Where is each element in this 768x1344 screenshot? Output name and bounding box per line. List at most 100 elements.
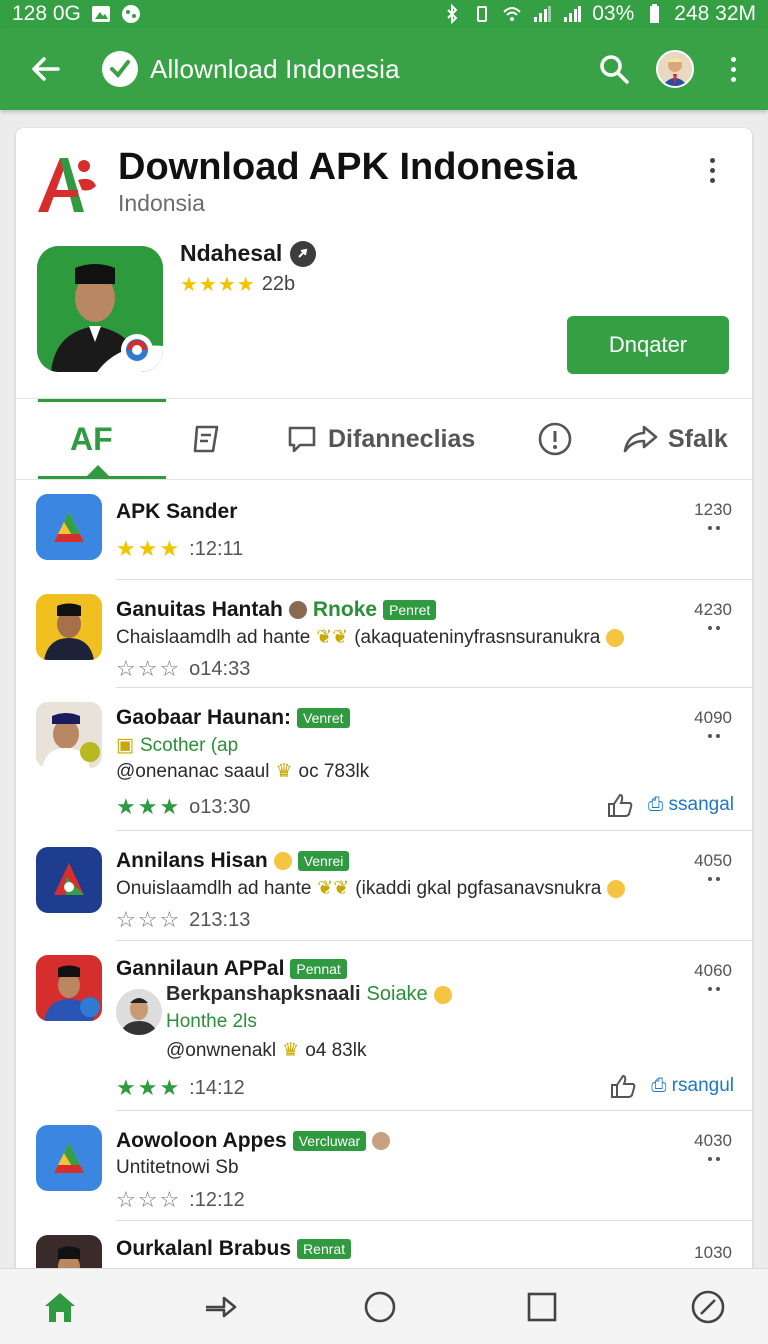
item-time: 213:13 bbox=[189, 908, 251, 931]
item-badge: Pennat bbox=[290, 959, 347, 979]
item-title-text: Ganuitas Hantah bbox=[116, 598, 283, 621]
item-more-icon[interactable] bbox=[708, 734, 720, 738]
item-time: o13:30 bbox=[189, 795, 251, 818]
direction-icon bbox=[206, 1296, 237, 1318]
item-title: Ourkalanl Brabus Renrat bbox=[116, 1237, 352, 1261]
developer-name[interactable]: Ndahesal bbox=[180, 240, 317, 267]
developer-rating: ★★★★ 22b bbox=[180, 272, 295, 297]
tab-notch bbox=[86, 465, 110, 477]
avatar[interactable] bbox=[656, 50, 694, 88]
app-header: Download APK Indonesia Indonsia Ndahesal bbox=[16, 128, 752, 398]
share-action-label: ssangal bbox=[668, 794, 735, 815]
reply-author: Berkpanshaрksnaali Soiake bbox=[166, 983, 452, 1006]
item-more-icon[interactable] bbox=[708, 526, 720, 530]
item-time: o14:33 bbox=[189, 657, 251, 680]
comment-icon bbox=[288, 426, 316, 453]
leaf-emoji-icon: ❦❦ bbox=[317, 878, 350, 899]
share-action[interactable]: ⎙ rsangul bbox=[651, 1075, 734, 1097]
nav-direction-button[interactable] bbox=[200, 1287, 240, 1327]
verified-check-icon bbox=[102, 51, 138, 87]
share-action-label: rsangul bbox=[671, 1075, 734, 1096]
share-action[interactable]: ⎙ ssangal bbox=[648, 794, 734, 816]
thumbs-up-icon[interactable] bbox=[609, 1073, 637, 1099]
list-item[interactable]: Gaobaar Haunan: Venret ▣ Scother (ap @on… bbox=[16, 688, 752, 831]
flag-icon: ▣ bbox=[116, 735, 134, 756]
user-emoji-icon bbox=[288, 601, 307, 619]
tab-share[interactable]: Sfalk bbox=[622, 399, 728, 479]
tab-info[interactable] bbox=[538, 399, 572, 479]
item-tag: Rnoke bbox=[312, 598, 378, 621]
nav-square-button[interactable] bbox=[522, 1287, 562, 1327]
nav-home-button[interactable] bbox=[40, 1287, 80, 1327]
nav-compass-button[interactable] bbox=[688, 1287, 728, 1327]
user-avatar bbox=[36, 594, 102, 660]
item-rating: ☆☆☆ 213:13 bbox=[116, 907, 250, 933]
app-subtitle: Indonsia bbox=[118, 190, 205, 216]
edit-note-icon bbox=[193, 425, 219, 453]
tab-edit[interactable] bbox=[192, 399, 224, 479]
reply-avatar bbox=[116, 989, 162, 1035]
item-title: Annilans Hisan Venrei bbox=[116, 849, 350, 873]
sparkle-emoji-icon bbox=[606, 628, 625, 647]
item-badge: Vercluwar bbox=[292, 1131, 367, 1151]
battery-icon bbox=[650, 4, 660, 23]
item-badge: Venrei bbox=[297, 851, 350, 871]
item-title: Gaobaar Haunan: Venret bbox=[116, 706, 350, 730]
search-button[interactable] bbox=[594, 49, 634, 89]
clipboard-icon: ⎙ bbox=[648, 794, 664, 815]
item-badge: Venret bbox=[297, 708, 350, 728]
list-item[interactable]: Ganuitas Hantah Rnoke Penret Chaislaamdl… bbox=[16, 580, 752, 688]
bottom-navigation bbox=[0, 1268, 768, 1344]
item-more-icon[interactable] bbox=[708, 987, 720, 991]
overflow-menu-button[interactable] bbox=[718, 49, 748, 89]
item-line-text-2: (akaquateninyfrasnsuranukra bbox=[354, 626, 601, 648]
list-item[interactable]: Aowoloon Appes Vercluwar Untitetnowi Sb … bbox=[16, 1111, 752, 1221]
tab-discussion[interactable]: Difanneclias bbox=[286, 399, 475, 479]
share-icon bbox=[623, 425, 658, 453]
app-logo-icon bbox=[38, 158, 96, 212]
reply-subtitle: Honthe 2ls bbox=[166, 1011, 257, 1032]
item-more-icon[interactable] bbox=[708, 626, 720, 630]
item-line-text-2: (ikaddi gkal pgfasanavsnukra bbox=[355, 877, 602, 899]
wifi-icon bbox=[503, 7, 521, 21]
sparkle-emoji-icon bbox=[607, 879, 626, 898]
card-more-button[interactable] bbox=[702, 158, 722, 192]
bluetooth-icon bbox=[447, 4, 458, 24]
signal-icon-2 bbox=[564, 6, 582, 22]
tab-share-label: Sfalk bbox=[668, 424, 728, 453]
list-item[interactable]: Gannilaun APPal Pennat Berkpanshaрksnaal… bbox=[16, 941, 752, 1111]
vibrate-icon bbox=[477, 6, 488, 22]
app-thumbnail bbox=[36, 847, 102, 913]
nav-circle-button[interactable] bbox=[360, 1287, 400, 1327]
data-usage-text: 248 32M bbox=[674, 2, 756, 25]
thumbs-up-icon[interactable] bbox=[606, 792, 634, 818]
user-avatar bbox=[36, 702, 102, 768]
item-more-icon[interactable] bbox=[708, 1157, 720, 1161]
leaf-emoji-icon: ❦❦ bbox=[316, 627, 349, 648]
item-more-icon[interactable] bbox=[708, 877, 720, 881]
rating-stars-icon: ★★★★ bbox=[180, 274, 256, 296]
item-count: 4230 bbox=[694, 600, 732, 619]
item-title-text: Annilans Hisan bbox=[116, 849, 268, 872]
search-icon bbox=[600, 55, 629, 84]
item-count: 4050 bbox=[694, 851, 732, 870]
laugh-emoji-icon bbox=[273, 852, 292, 870]
arrow-left-icon bbox=[32, 57, 60, 81]
list-item[interactable]: Annilans Hisan Venrei Onuislaamdlh ad ha… bbox=[16, 831, 752, 941]
app-thumbnail bbox=[36, 494, 102, 560]
star-rating-icon: ★★★ bbox=[116, 794, 182, 819]
gamepad-icon bbox=[121, 5, 140, 23]
item-badge: Penret bbox=[383, 600, 437, 620]
item-title: Gannilaun APPal Pennat bbox=[116, 957, 347, 981]
battery-percent: 03% bbox=[592, 2, 635, 25]
item-count: 4060 bbox=[694, 961, 732, 980]
tab-bar: AF Difanneclias Sfalk bbox=[16, 398, 752, 480]
reply-tag: Soiake bbox=[366, 983, 428, 1005]
rating-count: 22b bbox=[261, 273, 296, 295]
item-description: Chaislaamdlh ad hante ❦❦ (akaquateninyfr… bbox=[116, 626, 625, 649]
back-button[interactable] bbox=[26, 49, 66, 89]
list-item[interactable]: APK Sander ★★★ :12:11 1230 bbox=[16, 480, 752, 580]
item-count: 4090 bbox=[694, 708, 732, 727]
app-card: Download APK Indonesia Indonsia Ndahesal bbox=[16, 128, 752, 1328]
install-button[interactable]: Dnqater bbox=[567, 316, 729, 374]
